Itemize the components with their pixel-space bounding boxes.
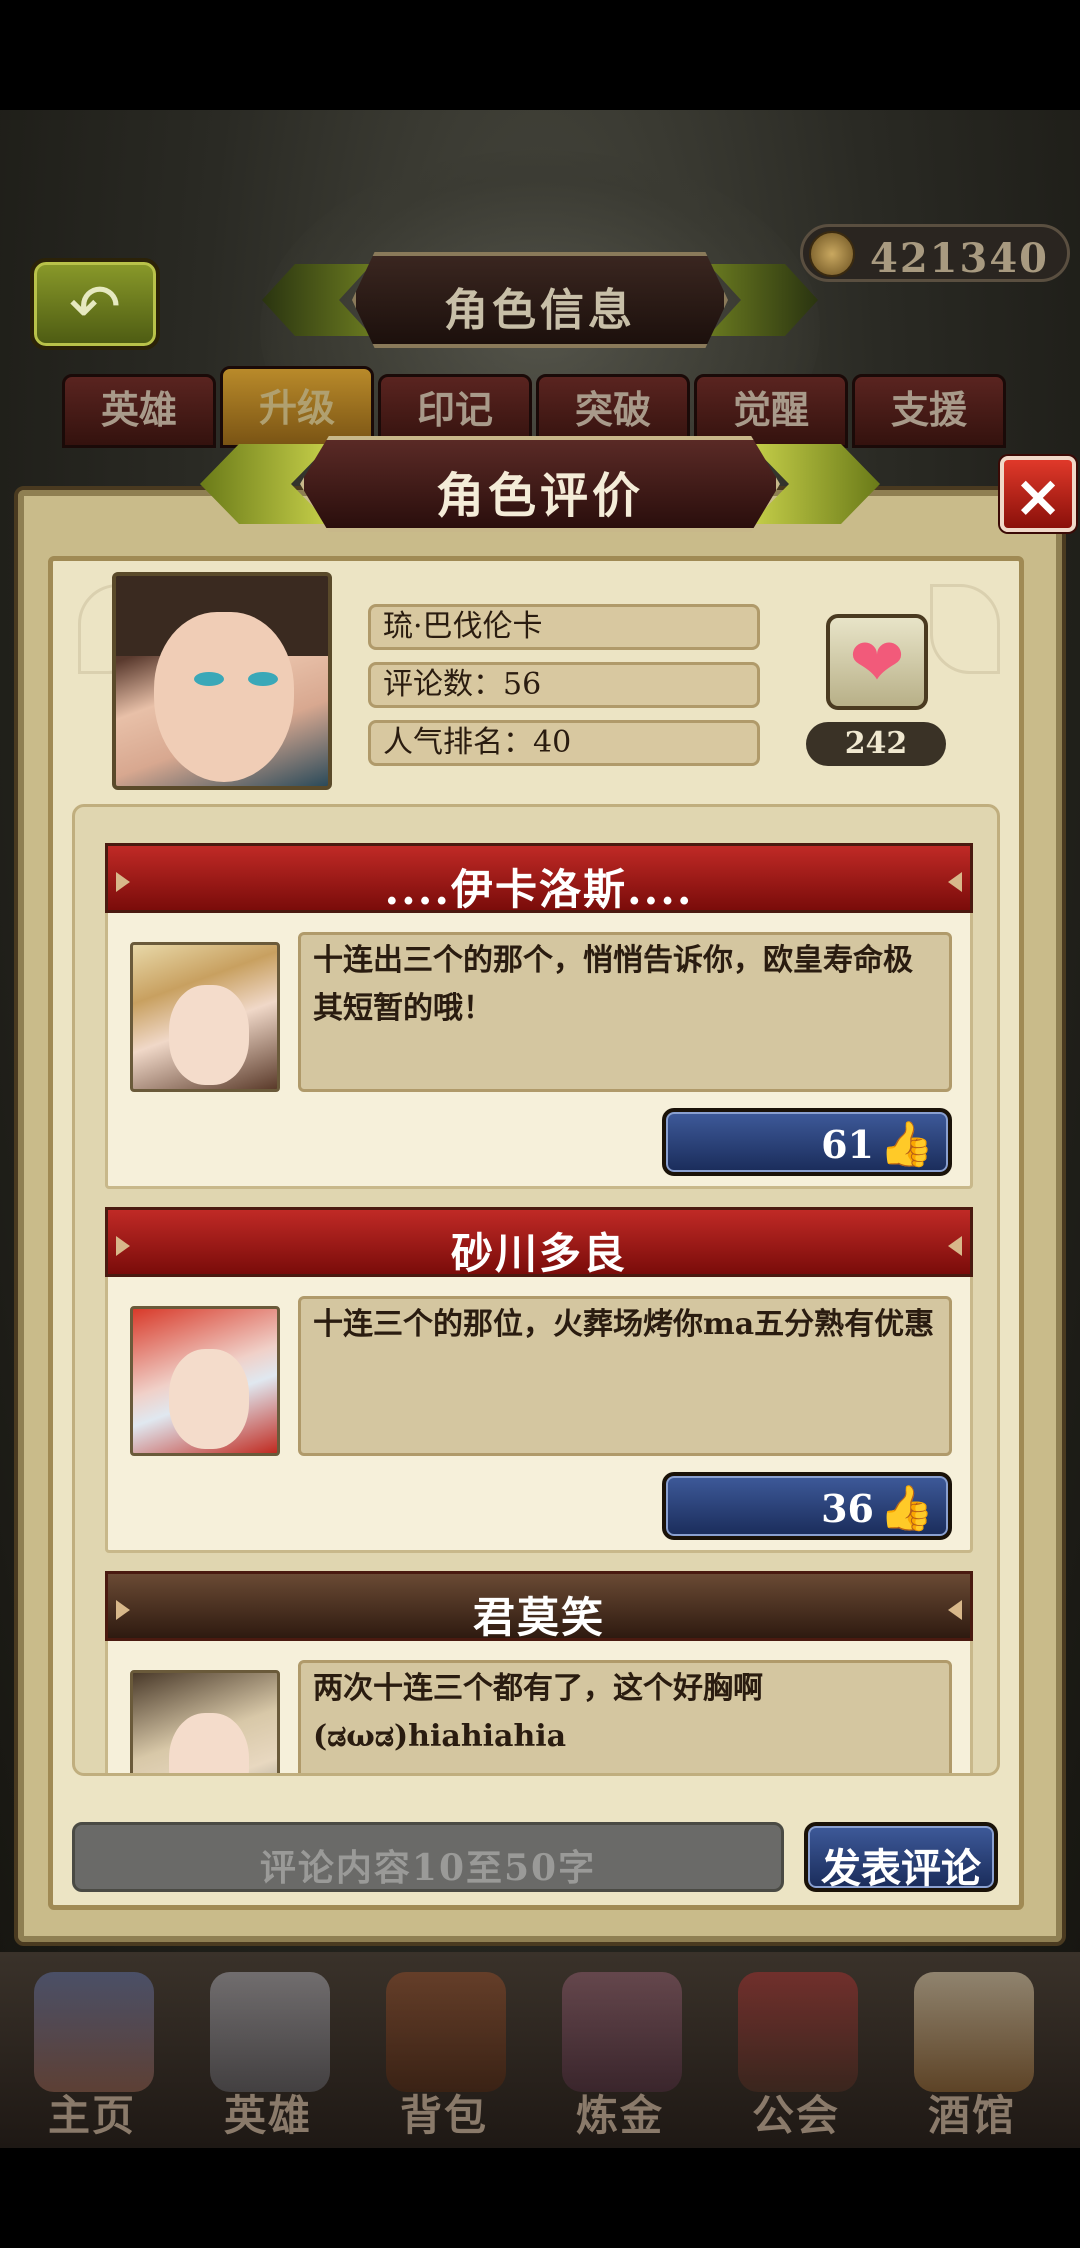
dialog-title: 角色评价: [435, 468, 644, 524]
nav-label: 公会: [751, 2091, 840, 2140]
thumbs-up-icon: 👍: [879, 1483, 934, 1534]
castle-icon: [34, 1972, 154, 2092]
corner-ornament: [930, 584, 1000, 674]
close-button[interactable]: ×: [1000, 456, 1076, 532]
shield-icon: [738, 1972, 858, 2092]
back-button[interactable]: ↶: [30, 258, 160, 350]
comment-text: 两次十连三个都有了，这个好胸啊(ಡωಡ)hiahiahia: [298, 1660, 952, 1773]
user-avatar[interactable]: [130, 1670, 280, 1773]
comment-like-count: 36: [821, 1486, 874, 1531]
nav-guild[interactable]: 公会: [708, 1952, 884, 2148]
comment-username: 砂川多良: [450, 1229, 627, 1278]
comment-text: 十连出三个的那个，悄悄告诉你，欧皇寿命极其短暂的哦！: [298, 932, 952, 1092]
comment-input[interactable]: 评论内容10至50字: [72, 1822, 784, 1892]
character-like-count: 242: [806, 722, 946, 766]
comment-header: 砂川多良: [105, 1207, 973, 1278]
bottom-navigation: 主页 英雄 背包 炼金 公会 酒馆: [0, 1952, 1080, 2148]
comment-card: 砂川多良 十连三个的那位，火葬场烤你ma五分熟有优惠 36 👍: [105, 1207, 973, 1553]
nav-label: 背包: [399, 2091, 488, 2140]
nav-alchemy[interactable]: 炼金: [532, 1952, 708, 2148]
thumbs-up-icon: 👍: [879, 1119, 934, 1170]
user-avatar[interactable]: [130, 1306, 280, 1456]
back-arrow-icon: ↶: [69, 270, 121, 343]
comment-like-button[interactable]: 61 👍: [662, 1108, 952, 1176]
comment-count: 评论数：56: [368, 662, 760, 708]
comment-username: ....伊卡洛斯....: [384, 865, 694, 914]
heart-icon: ❤: [849, 624, 905, 701]
nav-bag[interactable]: 背包: [356, 1952, 532, 2148]
nav-label: 酒馆: [927, 2091, 1016, 2140]
post-comment-label: 发表评论: [821, 1845, 981, 1892]
character-portrait: [112, 572, 332, 790]
helmet-icon: [210, 1972, 330, 2092]
comment-card: 君莫笑 两次十连三个都有了，这个好胸啊(ಡωಡ)hiahiahia: [105, 1571, 973, 1773]
user-avatar[interactable]: [130, 942, 280, 1092]
currency-display: 421340: [800, 224, 1070, 282]
nav-home[interactable]: 主页: [4, 1952, 180, 2148]
nav-hero[interactable]: 英雄: [180, 1952, 356, 2148]
post-comment-button[interactable]: 发表评论: [804, 1822, 998, 1892]
nav-label: 英雄: [223, 2091, 312, 2140]
comment-input-placeholder: 评论内容10至50字: [259, 1847, 597, 1889]
system-nav-bar: [0, 2148, 1080, 2248]
flask-icon: [562, 1972, 682, 2092]
bag-icon: [386, 1972, 506, 2092]
page-title: 角色信息: [444, 285, 636, 336]
comments-list[interactable]: ....伊卡洛斯.... 十连出三个的那个，悄悄告诉你，欧皇寿命极其短暂的哦！ …: [72, 804, 1000, 1776]
comment-like-button[interactable]: 36 👍: [662, 1472, 952, 1540]
currency-value: 421340: [870, 235, 1049, 282]
dialog-title-banner: 角色评价: [200, 436, 880, 532]
nav-label: 炼金: [575, 2091, 664, 2140]
nav-tavern[interactable]: 酒馆: [884, 1952, 1060, 2148]
like-character-button[interactable]: ❤: [826, 614, 928, 710]
beer-icon: [914, 1972, 1034, 2092]
comment-username: 君莫笑: [472, 1593, 605, 1642]
coin-icon: [809, 231, 855, 277]
popularity-rank: 人气排名：40: [368, 720, 760, 766]
comment-like-count: 61: [821, 1122, 874, 1167]
comment-header: 君莫笑: [105, 1571, 973, 1642]
comment-header: ....伊卡洛斯....: [105, 843, 973, 914]
comment-text: 十连三个的那位，火葬场烤你ma五分熟有优惠: [298, 1296, 952, 1456]
close-icon: ×: [1013, 462, 1063, 530]
tab-hero[interactable]: 英雄: [62, 374, 216, 448]
comment-card: ....伊卡洛斯.... 十连出三个的那个，悄悄告诉你，欧皇寿命极其短暂的哦！ …: [105, 843, 973, 1189]
character-name: 琉·巴伐伦卡: [368, 604, 760, 650]
page-title-banner: 角色信息: [262, 252, 818, 348]
nav-label: 主页: [47, 2091, 136, 2140]
